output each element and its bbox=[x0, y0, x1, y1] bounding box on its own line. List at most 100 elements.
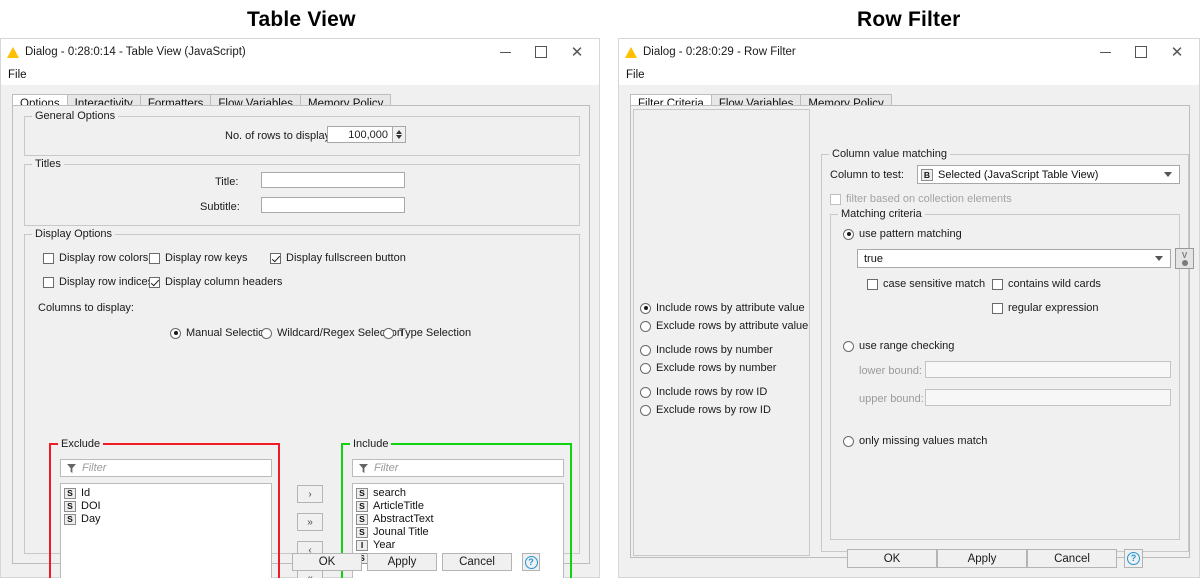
flow-variable-icon: V bbox=[1181, 250, 1188, 260]
exclude-legend: Exclude bbox=[58, 438, 104, 450]
help-button[interactable]: ? bbox=[522, 553, 540, 571]
lower-bound-label: lower bound: bbox=[859, 365, 922, 377]
minimize-button[interactable] bbox=[487, 39, 523, 65]
upper-bound-label: upper bound: bbox=[859, 393, 924, 405]
radio-exclude-rows-by-attribute-value[interactable]: Exclude rows by attribute value bbox=[640, 320, 808, 332]
radio-circle bbox=[843, 435, 854, 447]
column-name: Year bbox=[373, 539, 396, 551]
checkbox-contains-wild-cards[interactable]: contains wild cards bbox=[992, 278, 1101, 290]
move-right-button[interactable]: › bbox=[297, 485, 323, 503]
row-filter-menubar: File bbox=[619, 65, 1199, 85]
column-to-test-label: Column to test: bbox=[830, 169, 904, 181]
columns-to-display-label: Columns to display: bbox=[38, 302, 134, 314]
list-item[interactable]: S DOI bbox=[64, 500, 271, 512]
apply-button[interactable]: Apply bbox=[367, 553, 437, 571]
warning-triangle-icon bbox=[7, 46, 19, 58]
table-view-menubar: File bbox=[1, 65, 599, 85]
checkbox-display-row-colors[interactable]: Display row colors bbox=[43, 252, 148, 264]
spinner-arrows-icon[interactable] bbox=[392, 127, 405, 142]
pattern-value-combo[interactable]: true bbox=[857, 249, 1171, 268]
radio-only-missing-values-match[interactable]: only missing values match bbox=[843, 435, 987, 447]
radio-include-rows-by-number[interactable]: Include rows by number bbox=[640, 344, 773, 356]
radio-use-range-checking[interactable]: use range checking bbox=[843, 340, 954, 352]
display-options-legend: Display Options bbox=[32, 228, 116, 240]
menu-file[interactable]: File bbox=[8, 69, 27, 81]
list-item[interactable]: S ArticleTitle bbox=[356, 500, 563, 512]
flow-variable-dot-icon bbox=[1181, 259, 1188, 266]
checkbox-label: Display fullscreen button bbox=[286, 252, 406, 264]
help-button[interactable]: ? bbox=[1124, 549, 1143, 568]
radio-label: Exclude rows by number bbox=[656, 362, 777, 374]
checkbox-box bbox=[992, 278, 1003, 290]
lower-bound-input[interactable] bbox=[925, 361, 1171, 378]
radio-circle bbox=[383, 327, 394, 339]
list-item[interactable]: S AbstractText bbox=[356, 513, 563, 525]
apply-button[interactable]: Apply bbox=[937, 549, 1027, 568]
radio-manual-selection[interactable]: Manual Selection bbox=[170, 327, 270, 339]
exclude-list[interactable]: S Id S DOI S Day bbox=[60, 483, 272, 578]
move-all-right-button[interactable]: » bbox=[297, 513, 323, 531]
list-item[interactable]: S Day bbox=[64, 513, 271, 525]
column-value-matching-legend: Column value matching bbox=[829, 148, 950, 160]
criteria-list-box bbox=[633, 109, 810, 556]
checkbox-label: case sensitive match bbox=[883, 278, 986, 290]
rows-to-display-spinner[interactable]: 100,000 bbox=[327, 126, 406, 143]
column-type-badge: S bbox=[64, 487, 76, 499]
checkbox-case-sensitive-match[interactable]: case sensitive match bbox=[867, 278, 985, 290]
cancel-button[interactable]: Cancel bbox=[442, 553, 512, 571]
radio-circle bbox=[640, 404, 651, 416]
radio-circle bbox=[640, 344, 651, 356]
maximize-button[interactable] bbox=[1123, 39, 1159, 65]
cancel-button[interactable]: Cancel bbox=[1027, 549, 1117, 568]
column-name: DOI bbox=[81, 500, 101, 512]
flow-variable-button[interactable]: V bbox=[1175, 248, 1194, 269]
checkbox-regular-expression[interactable]: regular expression bbox=[992, 302, 1099, 314]
include-filter-input[interactable]: Filter bbox=[352, 459, 564, 477]
radio-label: Include rows by attribute value bbox=[656, 302, 805, 314]
radio-include-rows-by-row-id[interactable]: Include rows by row ID bbox=[640, 386, 767, 398]
exclude-filter-input[interactable]: Filter bbox=[60, 459, 272, 477]
ok-button[interactable]: OK bbox=[847, 549, 937, 568]
checkbox-display-column-headers[interactable]: Display column headers bbox=[149, 276, 282, 288]
checkbox-label: filter based on collection elements bbox=[846, 193, 1012, 205]
rows-to-display-label: No. of rows to display: bbox=[225, 130, 334, 142]
list-item[interactable]: S Id bbox=[64, 487, 271, 499]
radio-use-pattern-matching[interactable]: use pattern matching bbox=[843, 228, 962, 240]
list-item[interactable]: I Year bbox=[356, 539, 563, 551]
matching-criteria-legend: Matching criteria bbox=[838, 208, 925, 220]
radio-type-selection[interactable]: Type Selection bbox=[383, 327, 471, 339]
checkbox-label: Display row keys bbox=[165, 252, 248, 264]
checkbox-box bbox=[43, 276, 54, 288]
checkbox-display-row-indices[interactable]: Display row indices bbox=[43, 276, 153, 288]
radio-label: Exclude rows by attribute value bbox=[656, 320, 809, 332]
radio-include-rows-by-attribute-value[interactable]: Include rows by attribute value bbox=[640, 302, 805, 314]
funnel-icon bbox=[359, 463, 368, 473]
column-value-matching-group: Column value matching Column to test: B … bbox=[821, 148, 1194, 552]
radio-circle bbox=[640, 386, 651, 398]
titles-legend: Titles bbox=[32, 158, 64, 170]
minimize-button[interactable] bbox=[1087, 39, 1123, 65]
column-to-test-combo[interactable]: B Selected (JavaScript Table View) bbox=[917, 165, 1180, 184]
radio-wildcard-regex-selection[interactable]: Wildcard/Regex Selection bbox=[261, 327, 403, 339]
radio-exclude-rows-by-number[interactable]: Exclude rows by number bbox=[640, 362, 776, 374]
subtitle-input[interactable] bbox=[261, 197, 405, 213]
ok-button[interactable]: OK bbox=[292, 553, 362, 571]
radio-label: use range checking bbox=[859, 340, 955, 352]
close-button[interactable]: ✕ bbox=[1159, 39, 1195, 65]
close-button[interactable]: ✕ bbox=[559, 39, 595, 65]
checkbox-display-row-keys[interactable]: Display row keys bbox=[149, 252, 248, 264]
radio-label: Type Selection bbox=[399, 327, 472, 339]
column-name: Day bbox=[81, 513, 101, 525]
list-item[interactable]: S Jounal Title bbox=[356, 526, 563, 538]
include-legend: Include bbox=[350, 438, 392, 450]
checkbox-display-fullscreen-button[interactable]: Display fullscreen button bbox=[270, 252, 406, 264]
radio-circle bbox=[843, 228, 854, 240]
menu-file[interactable]: File bbox=[626, 69, 645, 81]
list-item[interactable]: S search bbox=[356, 487, 563, 499]
title-input[interactable] bbox=[261, 172, 405, 188]
upper-bound-input[interactable] bbox=[925, 389, 1171, 406]
radio-exclude-rows-by-row-id[interactable]: Exclude rows by row ID bbox=[640, 404, 771, 416]
maximize-button[interactable] bbox=[523, 39, 559, 65]
checkbox-filter-collection-elements[interactable]: filter based on collection elements bbox=[830, 193, 1012, 205]
checkbox-label: Display row indices bbox=[59, 276, 154, 288]
